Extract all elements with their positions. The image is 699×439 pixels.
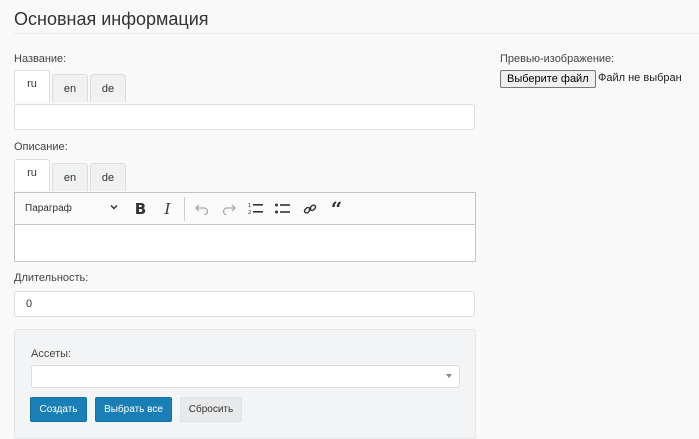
description-language-tabs: ru en de xyxy=(14,159,128,191)
caret-down-icon xyxy=(446,374,452,378)
redo-button[interactable] xyxy=(215,196,242,222)
bulleted-list-icon xyxy=(275,202,290,215)
link-button[interactable] xyxy=(296,196,323,222)
heading-dropdown-label: Параграф xyxy=(25,203,72,214)
description-tab-ru[interactable]: ru xyxy=(14,159,50,191)
name-language-tabs: ru en de xyxy=(14,70,128,102)
editor-toolbar: Параграф B I 1 2 “ xyxy=(15,193,475,225)
name-tab-ru[interactable]: ru xyxy=(14,70,50,102)
name-label: Название: xyxy=(14,53,67,65)
name-tab-de[interactable]: de xyxy=(90,74,126,102)
choose-file-button[interactable]: Выберите файл xyxy=(500,70,596,88)
bulleted-list-button[interactable] xyxy=(269,196,296,222)
bold-button[interactable]: B xyxy=(127,196,154,222)
rich-text-editor: Параграф B I 1 2 “ xyxy=(14,192,476,262)
name-tab-en[interactable]: en xyxy=(52,74,88,102)
description-tab-en[interactable]: en xyxy=(52,163,88,191)
svg-text:2: 2 xyxy=(248,210,251,215)
file-status-text: Файл не выбран xyxy=(598,72,682,84)
duration-label: Длительность: xyxy=(14,272,89,284)
select-all-button[interactable]: Выбрать все xyxy=(95,397,172,422)
italic-icon: I xyxy=(164,199,171,218)
bold-icon: B xyxy=(134,199,147,218)
numbered-list-icon: 1 2 xyxy=(248,202,263,215)
duration-input[interactable]: 0 xyxy=(14,291,475,317)
description-tab-de[interactable]: de xyxy=(90,163,126,191)
section-title: Основная информация xyxy=(14,9,209,29)
heading-dropdown[interactable]: Параграф xyxy=(15,193,127,224)
assets-select[interactable] xyxy=(31,365,460,388)
chevron-down-icon xyxy=(109,202,119,215)
numbered-list-button[interactable]: 1 2 xyxy=(242,196,269,222)
name-input[interactable] xyxy=(14,104,475,130)
italic-button[interactable]: I xyxy=(154,196,181,222)
redo-icon xyxy=(222,203,236,215)
svg-text:1: 1 xyxy=(248,203,251,209)
blockquote-button[interactable]: “ xyxy=(323,196,350,222)
assets-panel: Ассеты: Создать Выбрать все Сбросить xyxy=(14,329,476,439)
undo-icon xyxy=(194,203,209,215)
editor-content-area[interactable] xyxy=(15,225,475,262)
blockquote-icon: “ xyxy=(330,196,343,221)
assets-label: Ассеты: xyxy=(31,348,72,360)
section-divider xyxy=(14,33,699,34)
description-label: Описание: xyxy=(14,141,68,153)
toolbar-separator xyxy=(184,196,185,221)
undo-button[interactable] xyxy=(188,196,215,222)
link-icon xyxy=(303,202,317,216)
reset-button[interactable]: Сбросить xyxy=(180,397,242,422)
preview-image-label: Превью-изображение: xyxy=(500,53,615,65)
create-button[interactable]: Создать xyxy=(30,397,87,422)
